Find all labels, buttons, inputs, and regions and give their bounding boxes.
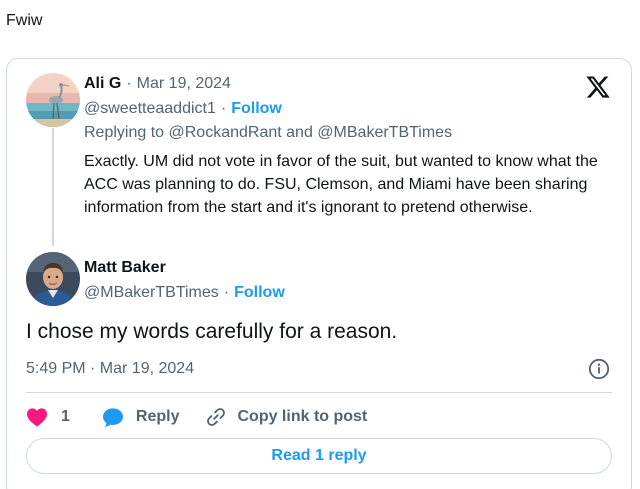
follow-button-matt-baker[interactable]: Follow [234,284,285,302]
heart-icon [27,408,47,427]
main-tweet-text: I chose my words carefully for a reason. [26,320,398,343]
replying-and: and [286,124,313,141]
reply-label: Reply [135,408,180,425]
link-icon [207,408,226,426]
quoted-author-name[interactable]: Ali G [84,75,121,93]
mention-rockandrant[interactable]: @RockandRant [169,124,282,141]
copy-link-button[interactable]: Copy link to post [205,406,367,428]
speech-bubble-icon [102,407,123,427]
reply-button[interactable]: Reply [102,407,180,428]
main-handle[interactable]: @MBakerTBTimes [84,284,219,302]
replying-prefix: Replying to [84,124,165,141]
intro-text: Fwiw [6,12,43,29]
main-handle-row: @MBakerTBTimes · Follow [84,284,285,302]
x-logo-icon[interactable] [584,74,612,100]
info-icon[interactable] [588,358,610,380]
quoted-handle[interactable]: @sweetteaaddict1 [84,100,216,118]
quoted-tweet-text: Exactly. UM did not vote in favor of the… [84,153,598,216]
action-bar: 1 Reply Copy link to post [26,404,367,430]
separator-dot: · [220,100,227,117]
avatar-matt-baker[interactable] [26,252,80,306]
quoted-tweet-header: Ali G · Mar 19, 2024 [84,75,231,93]
follow-button-ali-g[interactable]: Follow [231,100,282,118]
separator-dot: · [223,284,230,301]
quoted-handle-row: @sweetteaaddict1 · Follow [84,100,282,118]
read-replies-button[interactable]: Read 1 reply [26,438,612,474]
mention-mbakertbtimes[interactable]: @MBakerTBTimes [317,124,452,141]
thread-connector-line [52,128,54,246]
post-timestamp[interactable]: 5:49 PM · Mar 19, 2024 [26,360,194,378]
separator-dot: · [126,75,132,92]
replying-to-line: Replying to @RockandRant and @MBakerTBTi… [84,124,452,142]
copy-link-label: Copy link to post [237,408,368,425]
like-count: 1 [61,408,70,425]
quoted-date[interactable]: Mar 19, 2024 [137,75,231,93]
avatar-ali-g[interactable] [26,73,80,127]
main-tweet-header: Matt Baker [84,259,166,277]
divider [26,392,612,393]
like-button[interactable]: 1 [26,407,70,427]
main-author-name[interactable]: Matt Baker [84,259,166,277]
